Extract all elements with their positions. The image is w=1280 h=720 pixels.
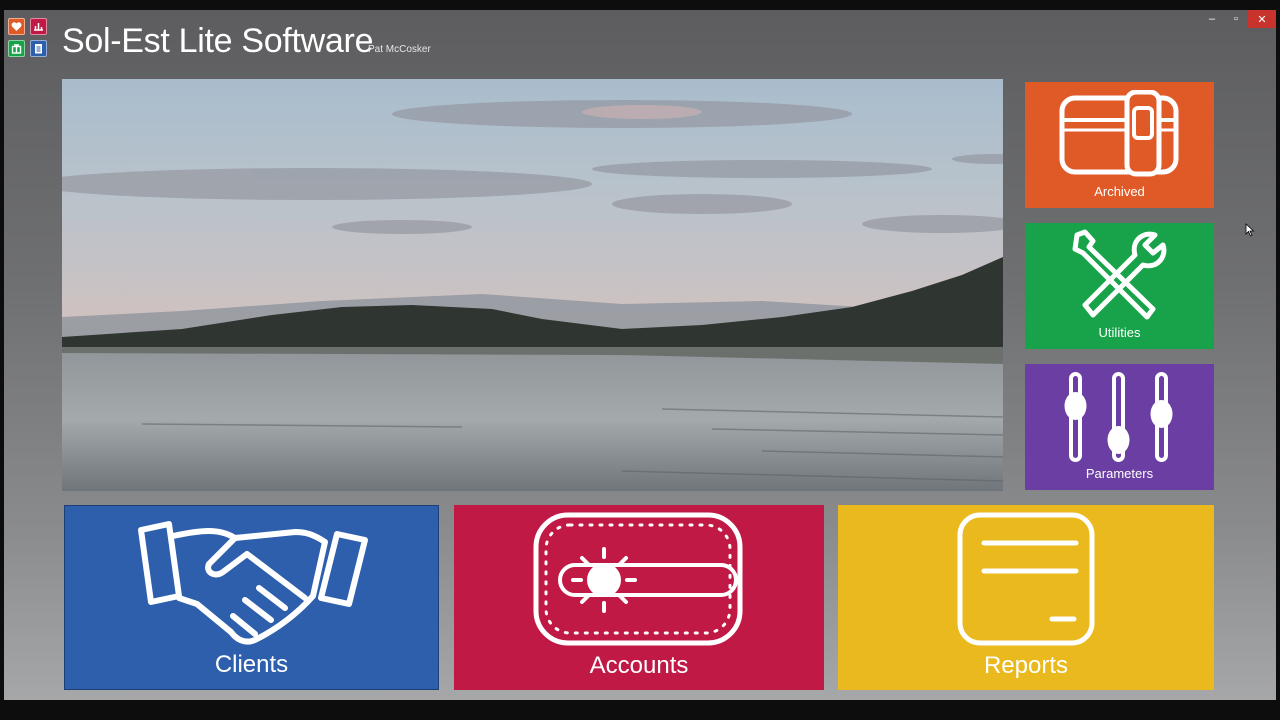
archived-tile[interactable]: Archived [1025,82,1214,208]
landscape-photo [62,79,1003,491]
handshake-icon [138,521,368,645]
minimize-button[interactable]: – [1200,10,1224,28]
heart-icon [8,18,25,35]
utilities-tile[interactable]: Utilities [1025,223,1214,349]
chart-icon [30,18,47,35]
reports-tile[interactable]: Reports [838,505,1214,690]
utilities-label: Utilities [1098,325,1141,340]
gift-icon [8,40,25,57]
tools-icon [1072,229,1167,320]
parameters-label: Parameters [1085,466,1154,481]
app-window: Sol-Est Lite Software Pat McCosker – ▫ ✕ [4,10,1276,700]
reports-label: Reports [983,652,1069,679]
maximize-button[interactable]: ▫ [1224,10,1248,28]
sliders-icon [1064,372,1173,462]
archive-box-icon [1059,90,1179,177]
accounts-label: Accounts [589,652,689,679]
clients-label: Clients [214,651,289,678]
accounts-tile[interactable]: Accounts [454,505,824,690]
close-button[interactable]: ✕ [1248,10,1276,28]
report-icon [957,512,1095,646]
document-icon [30,40,47,57]
app-icon-group [8,18,48,58]
clients-tile[interactable]: Clients [64,505,439,690]
app-author: Pat McCosker [368,44,431,55]
mouse-cursor-icon [1245,223,1255,237]
app-title: Sol-Est Lite Software [62,22,374,60]
archived-label: Archived [1094,184,1145,199]
parameters-tile[interactable]: Parameters [1025,364,1214,490]
money-card-icon [533,512,743,646]
